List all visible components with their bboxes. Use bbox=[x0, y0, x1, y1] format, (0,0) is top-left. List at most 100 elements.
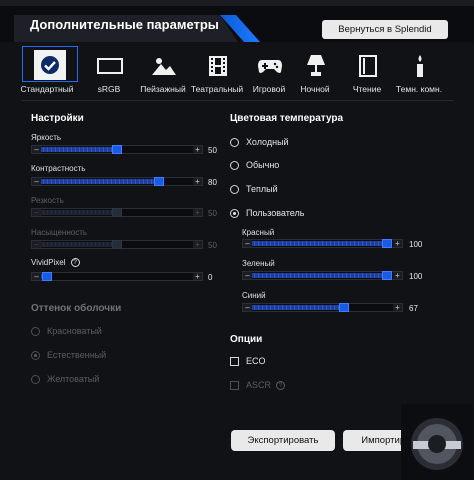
increase-button: + bbox=[193, 241, 202, 249]
preset-label: Стандартный bbox=[20, 84, 74, 94]
vividpixel-slider[interactable]: – + bbox=[31, 272, 203, 281]
contrast-slider[interactable]: – + bbox=[31, 177, 203, 186]
decrease-button[interactable]: – bbox=[32, 178, 41, 186]
sharpness-value: 50 bbox=[208, 209, 217, 218]
preset-srgb[interactable]: sRGB bbox=[84, 48, 134, 98]
radio-label: Обычно bbox=[246, 160, 280, 170]
back-to-splendid-button[interactable]: Вернуться в Splendid bbox=[322, 20, 448, 39]
decrease-button[interactable]: – bbox=[243, 272, 252, 280]
checkbox-label: ASCR bbox=[246, 380, 272, 390]
radio-circle bbox=[31, 326, 40, 336]
info-icon[interactable]: ? bbox=[276, 380, 286, 390]
slider-fill bbox=[243, 305, 345, 310]
decrease-button: – bbox=[32, 241, 41, 249]
decrease-button[interactable]: – bbox=[243, 304, 252, 312]
preset-night[interactable]: Ночной bbox=[290, 48, 340, 98]
slider-fill bbox=[243, 273, 387, 278]
lamp-icon bbox=[303, 53, 329, 79]
slider-thumb bbox=[112, 208, 122, 217]
decrease-button[interactable]: – bbox=[32, 273, 41, 281]
increase-button[interactable]: + bbox=[193, 178, 202, 186]
saturation-slider: – + bbox=[31, 240, 203, 249]
color-temp-cool[interactable]: Холодный bbox=[230, 137, 289, 147]
vividpixel-value: 0 bbox=[208, 273, 213, 282]
export-button[interactable]: Экспортировать bbox=[231, 430, 335, 451]
preset-reading[interactable]: Чтение bbox=[342, 48, 392, 98]
skin-tone-reddish: Красноватый bbox=[31, 326, 102, 336]
green-value: 100 bbox=[409, 272, 423, 281]
contrast-label: Контрастность bbox=[31, 164, 86, 173]
slider-fill bbox=[243, 241, 387, 246]
color-temp-normal[interactable]: Обычно bbox=[230, 160, 279, 170]
skin-tone-natural: Естественный bbox=[31, 350, 106, 360]
options-title: Опции bbox=[230, 334, 263, 345]
increase-button[interactable]: + bbox=[193, 146, 202, 154]
candle-icon bbox=[407, 53, 433, 79]
preset-landscape[interactable]: Пейзажный bbox=[138, 48, 188, 98]
ascr-checkbox: ASCR ? bbox=[230, 380, 286, 390]
increase-button[interactable]: + bbox=[393, 304, 402, 312]
slider-fill bbox=[32, 147, 117, 152]
red-slider[interactable]: – + bbox=[242, 239, 403, 248]
slider-thumb[interactable] bbox=[42, 272, 52, 281]
preset-dark-room[interactable]: Темн. комн. bbox=[394, 48, 444, 98]
red-label: Красный bbox=[242, 228, 275, 237]
monitor-icon bbox=[97, 53, 123, 79]
sharpness-label: Резкость bbox=[31, 196, 64, 205]
gamepad-icon bbox=[257, 53, 283, 79]
green-slider[interactable]: – + bbox=[242, 271, 403, 280]
radio-circle[interactable] bbox=[230, 160, 239, 170]
checkbox-box[interactable] bbox=[230, 356, 239, 366]
color-temp-user[interactable]: Пользователь bbox=[230, 208, 304, 218]
red-value: 100 bbox=[409, 240, 423, 249]
slider-fill bbox=[32, 242, 117, 247]
radio-label: Пользователь bbox=[246, 208, 305, 218]
section-divider bbox=[22, 100, 454, 101]
mountain-icon bbox=[151, 53, 177, 79]
skin-tone-title: Оттенок оболочки bbox=[31, 303, 122, 314]
settings-title: Настройки bbox=[31, 113, 84, 124]
slider-fill bbox=[32, 179, 159, 184]
eco-checkbox[interactable]: ECO bbox=[230, 356, 266, 366]
slider-thumb bbox=[112, 240, 122, 249]
radio-circle bbox=[31, 374, 40, 384]
film-icon bbox=[205, 53, 231, 79]
slider-thumb[interactable] bbox=[382, 239, 392, 248]
preset-modes: Стандартный sRGB Пейзажный Театральный И… bbox=[20, 46, 462, 98]
radio-circle bbox=[31, 350, 40, 360]
radio-circle[interactable] bbox=[230, 208, 239, 218]
color-temperature-title: Цветовая температура bbox=[230, 113, 344, 124]
advanced-settings-window: Дополнительные параметры Вернуться в Spl… bbox=[0, 0, 474, 480]
radio-label: Холодный bbox=[246, 137, 289, 147]
book-icon bbox=[355, 53, 381, 79]
radio-circle[interactable] bbox=[230, 184, 239, 194]
increase-button: + bbox=[193, 209, 202, 217]
slider-thumb[interactable] bbox=[339, 303, 350, 312]
brightness-slider[interactable]: – + bbox=[31, 145, 203, 154]
slider-thumb[interactable] bbox=[382, 271, 392, 280]
increase-button[interactable]: + bbox=[193, 273, 202, 281]
radio-label: Естественный bbox=[47, 350, 107, 360]
decrease-button[interactable]: – bbox=[243, 240, 252, 248]
increase-button[interactable]: + bbox=[393, 272, 402, 280]
saturation-label: Насыщенность bbox=[31, 228, 88, 237]
info-icon[interactable]: ? bbox=[70, 258, 80, 267]
radio-label: Теплый bbox=[246, 184, 278, 194]
preset-theater[interactable]: Театральный bbox=[191, 48, 243, 98]
preset-standard[interactable]: Стандартный bbox=[20, 46, 78, 98]
increase-button[interactable]: + bbox=[393, 240, 402, 248]
color-temp-warm[interactable]: Теплый bbox=[230, 184, 278, 194]
checkbox-label: ECO bbox=[246, 356, 266, 366]
preset-label: Темн. комн. bbox=[395, 84, 443, 94]
decrease-button[interactable]: – bbox=[32, 146, 41, 154]
slider-thumb[interactable] bbox=[112, 145, 122, 154]
skin-tone-yellowish: Желтоватый bbox=[31, 374, 99, 384]
contrast-value: 80 bbox=[208, 178, 217, 187]
slider-thumb[interactable] bbox=[154, 177, 164, 186]
radio-circle[interactable] bbox=[230, 137, 239, 147]
saturation-value: 50 bbox=[208, 241, 217, 250]
checkbox-box bbox=[230, 380, 239, 390]
vividpixel-label-row: VividPixel ? bbox=[31, 258, 80, 267]
brightness-label: Яркость bbox=[31, 133, 62, 142]
blue-slider[interactable]: – + bbox=[242, 303, 403, 312]
